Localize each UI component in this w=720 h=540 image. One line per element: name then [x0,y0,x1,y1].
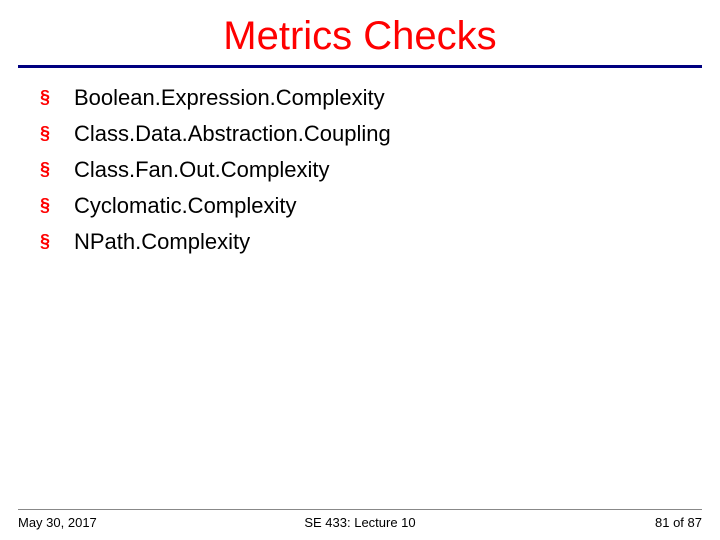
bullet-icon: § [40,82,74,110]
bullet-text: Class.Data.Abstraction.Coupling [74,118,391,150]
footer-page: 81 of 87 [474,515,702,530]
footer-date: May 30, 2017 [18,515,246,530]
footer-course: SE 433: Lecture 10 [246,515,474,530]
list-item: § Boolean.Expression.Complexity [40,82,680,114]
content-area: § Boolean.Expression.Complexity § Class.… [0,82,720,257]
list-item: § NPath.Complexity [40,226,680,258]
bullet-text: Boolean.Expression.Complexity [74,82,385,114]
slide: Metrics Checks § Boolean.Expression.Comp… [0,0,720,540]
bullet-text: NPath.Complexity [74,226,250,258]
footer: May 30, 2017 SE 433: Lecture 10 81 of 87 [0,515,720,530]
footer-rule [18,509,702,510]
bullet-icon: § [40,226,74,254]
bullet-text: Cyclomatic.Complexity [74,190,297,222]
title-rule [18,65,702,68]
list-item: § Class.Data.Abstraction.Coupling [40,118,680,150]
bullet-list: § Boolean.Expression.Complexity § Class.… [40,82,680,257]
list-item: § Class.Fan.Out.Complexity [40,154,680,186]
bullet-icon: § [40,154,74,182]
bullet-icon: § [40,118,74,146]
slide-title: Metrics Checks [0,0,720,65]
bullet-text: Class.Fan.Out.Complexity [74,154,330,186]
bullet-icon: § [40,190,74,218]
list-item: § Cyclomatic.Complexity [40,190,680,222]
